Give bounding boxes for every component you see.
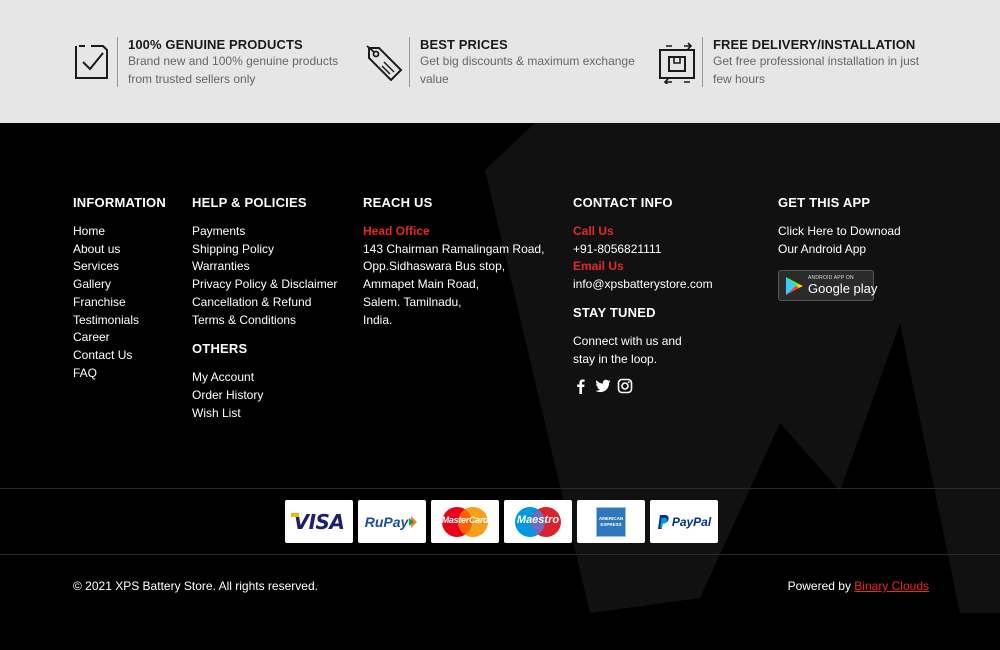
- google-play-text: Google play: [808, 281, 878, 297]
- call-us-label: Call Us: [573, 224, 614, 238]
- link-my-account[interactable]: My Account: [192, 369, 337, 387]
- app-column: GET THIS APP Click Here to Downoad Our A…: [778, 195, 901, 302]
- address-line: Salem. Tamilnadu,: [363, 294, 462, 309]
- visa-accent: [291, 513, 299, 517]
- link-shipping-policy[interactable]: Shipping Policy: [192, 241, 337, 259]
- address-line: India.: [363, 312, 393, 327]
- feature-desc: Brand new and 100% genuine products from…: [128, 54, 339, 86]
- features-band: 100% GENUINE PRODUCTS Brand new and 100%…: [0, 0, 1000, 123]
- help-heading: HELP & POLICIES: [192, 195, 307, 210]
- feature-divider: [117, 37, 118, 87]
- link-about-us[interactable]: About us: [73, 241, 166, 259]
- copyright-text: © 2021 XPS Battery Store. All rights res…: [73, 579, 318, 593]
- feature-divider: [702, 37, 703, 87]
- contact-heading: CONTACT INFO: [573, 195, 673, 210]
- address-line: Ammapet Main Road,: [363, 277, 480, 292]
- visa-card: VISA: [285, 500, 353, 543]
- amex-card: AMERICAN EXPRESS: [577, 500, 645, 543]
- app-heading: GET THIS APP: [778, 195, 871, 210]
- information-heading: INFORMATION: [73, 195, 166, 210]
- link-wish-list[interactable]: Wish List: [192, 405, 337, 423]
- feature-desc: Get free professional installation in ju…: [713, 54, 920, 86]
- amex-logo-box: AMERICAN EXPRESS: [596, 506, 626, 537]
- feature-title: BEST PRICES: [420, 37, 508, 52]
- stay-tuned-text: stay in the loop.: [573, 351, 658, 366]
- link-home[interactable]: Home: [73, 223, 166, 241]
- checkbox-icon: [73, 40, 113, 84]
- link-services[interactable]: Services: [73, 258, 166, 276]
- powered-by-label: Powered by: [787, 579, 851, 593]
- feature-title: 100% GENUINE PRODUCTS: [128, 37, 303, 52]
- email-link[interactable]: info@xpsbatterystore.com: [573, 276, 713, 294]
- address-line: Opp.Sidhaswara Bus stop,: [363, 259, 506, 274]
- link-franchise[interactable]: Franchise: [73, 294, 166, 312]
- instagram-icon[interactable]: [617, 378, 633, 394]
- rupay-card: RuPay: [358, 500, 426, 543]
- rupay-logo: RuPay: [364, 513, 409, 530]
- powered-by: Powered by Binary Clouds: [788, 579, 929, 593]
- others-heading: OTHERS: [192, 341, 248, 357]
- phone-link[interactable]: +91-8056821111: [573, 241, 713, 259]
- head-office-label: Head Office: [363, 224, 430, 238]
- paypal-card: PayPal: [650, 500, 718, 543]
- link-contact-us[interactable]: Contact Us: [73, 347, 166, 365]
- link-cancellation-refund[interactable]: Cancellation & Refund: [192, 294, 337, 312]
- link-terms-conditions[interactable]: Terms & Conditions: [192, 312, 337, 330]
- facebook-icon[interactable]: [573, 378, 589, 395]
- feature-desc: Get big discounts & maximum exchange val…: [420, 54, 635, 86]
- link-payments[interactable]: Payments: [192, 223, 337, 241]
- price-tag-icon: [365, 40, 405, 84]
- amex-logo: AMERICAN EXPRESS: [598, 515, 624, 527]
- mastercard-card: MasterCard: [431, 500, 499, 543]
- footer: INFORMATION Home About us Services Galle…: [0, 123, 1000, 650]
- twitter-icon[interactable]: [595, 378, 611, 394]
- paypal-p-icon: [657, 514, 669, 529]
- contact-column: CONTACT INFO Call Us +91-8056821111 Emai…: [573, 195, 713, 395]
- binary-clouds-link[interactable]: Binary Clouds: [854, 579, 929, 593]
- divider-bottom: [0, 554, 1000, 555]
- link-testimonials[interactable]: Testimonials: [73, 312, 166, 330]
- social-links: [573, 378, 713, 395]
- feature-title: FREE DELIVERY/INSTALLATION: [713, 37, 916, 52]
- link-career[interactable]: Career: [73, 329, 166, 347]
- reach-heading: REACH US: [363, 195, 433, 210]
- reach-column: REACH US Head Office 143 Chairman Ramali…: [363, 195, 544, 329]
- google-play-icon: [784, 276, 804, 296]
- download-app-link[interactable]: Click Here to Downoad: [778, 223, 901, 241]
- divider-top: [0, 488, 1000, 489]
- paypal-logo: PayPal: [671, 514, 712, 529]
- rupay-arrow-icon: [409, 515, 418, 528]
- stay-tuned-text: Connect with us and: [573, 333, 682, 348]
- payment-methods: VISA RuPay MasterCard Maestro AMERICAN E…: [285, 500, 718, 543]
- address-line: 143 Chairman Ramalingam Road,: [363, 241, 545, 256]
- information-column: INFORMATION Home About us Services Galle…: [73, 195, 166, 382]
- maestro-card: Maestro: [504, 500, 572, 543]
- help-column: HELP & POLICIES Payments Shipping Policy…: [192, 195, 337, 422]
- android-app-link[interactable]: Our Android App: [778, 241, 901, 259]
- stay-tuned-heading: STAY TUNED: [573, 304, 656, 320]
- maestro-logo: Maestro: [516, 514, 560, 526]
- google-play-badge[interactable]: ANDROID APP ON Google play: [778, 270, 878, 302]
- email-us-label: Email Us: [573, 259, 624, 274]
- link-gallery[interactable]: Gallery: [73, 276, 166, 294]
- link-order-history[interactable]: Order History: [192, 387, 337, 405]
- feature-divider: [409, 37, 410, 87]
- link-faq[interactable]: FAQ: [73, 365, 166, 383]
- link-warranties[interactable]: Warranties: [192, 258, 337, 276]
- link-privacy-policy[interactable]: Privacy Policy & Disclaimer: [192, 276, 337, 294]
- delivery-box-icon: [658, 40, 698, 86]
- mastercard-logo: MasterCard: [441, 515, 489, 525]
- visa-logo: VISA: [293, 509, 345, 534]
